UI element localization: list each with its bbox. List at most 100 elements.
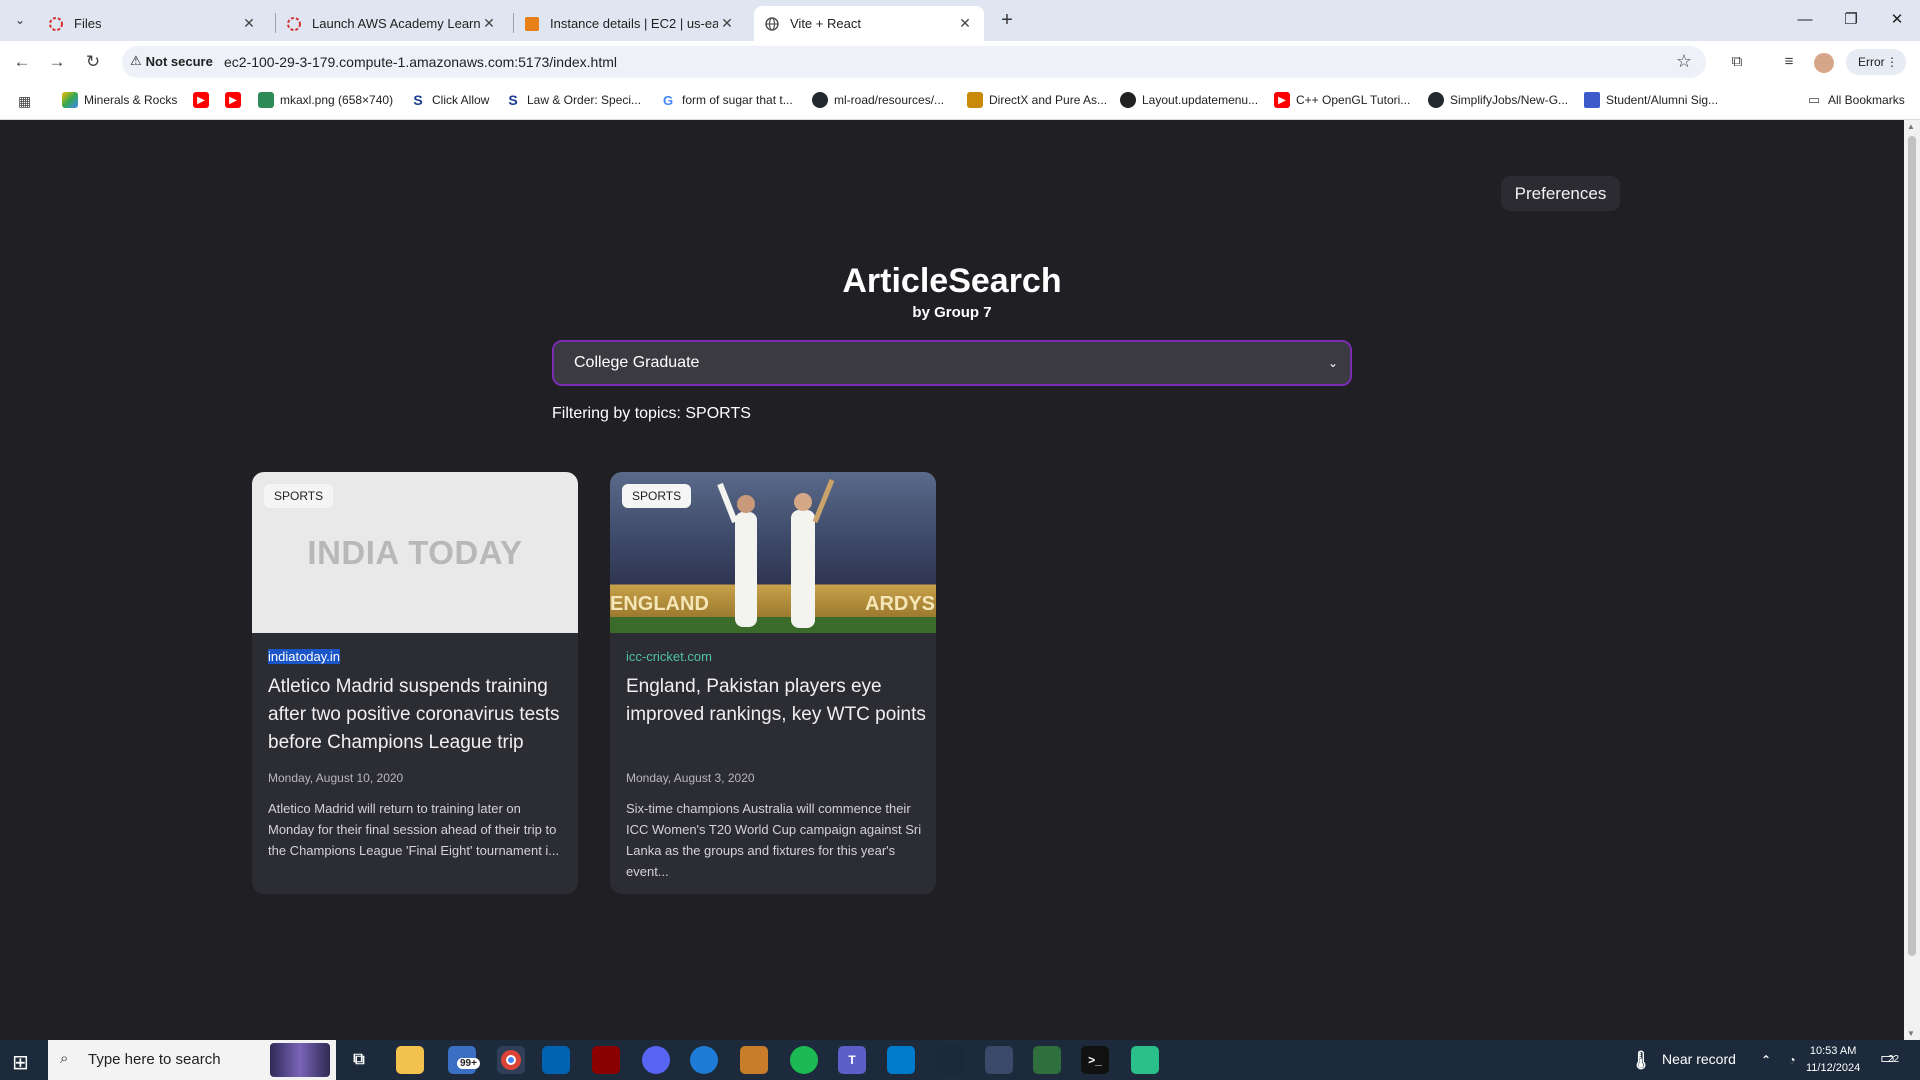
s-logo-icon: S [410, 92, 426, 108]
directx-site-icon [967, 92, 983, 108]
app-installer-icon[interactable] [1033, 1046, 1061, 1074]
bookmark-minerals-rocks[interactable]: Minerals & Rocks [62, 92, 177, 108]
network-icon[interactable]: ◔ [1778, 1046, 1806, 1074]
package-app-icon[interactable] [740, 1046, 768, 1074]
forward-arrow-icon[interactable]: → [44, 49, 70, 75]
spotify-icon[interactable] [790, 1046, 818, 1074]
terminal-icon[interactable]: >_ [1081, 1046, 1109, 1074]
article-source[interactable]: icc-cricket.com [626, 649, 712, 664]
restore-icon[interactable]: ❐ [1828, 0, 1874, 41]
chrome-icon[interactable] [497, 1046, 525, 1074]
url-text[interactable]: ec2-100-29-3-179.compute-1.amazonaws.com… [224, 54, 617, 70]
bookmark-directx[interactable]: DirectX and Pure As... [967, 92, 1107, 108]
topic-filter-label: Filtering by topics: SPORTS [552, 405, 751, 422]
steam-icon[interactable] [935, 1046, 963, 1074]
search-icon: ⌕ [60, 1050, 69, 1067]
task-view-icon[interactable]: ⧉ [345, 1046, 373, 1074]
article-card[interactable]: ENGLAND ARDYS SPORTS icc-cricket.com Eng… [610, 472, 936, 894]
page-scrollbar[interactable]: ▲ ▼ [1904, 120, 1920, 1040]
weather-text[interactable]: Near record [1662, 1051, 1736, 1067]
tab-search-button[interactable]: ⌄ [8, 8, 32, 32]
browser-toolbar: ← → ↻ ⚠ Not secure ec2-100-29-3-179.comp… [0, 41, 1920, 83]
globe-icon [764, 16, 780, 32]
article-title[interactable]: Atletico Madrid suspends training after … [268, 673, 568, 757]
all-bookmarks-button[interactable]: ▭ All Bookmarks [1806, 92, 1905, 108]
media-queue-icon[interactable]: ≡ [1778, 51, 1800, 73]
tab-ec2-instance[interactable]: Instance details | EC2 | us-east- ✕ [514, 6, 746, 41]
app-subtitle: by Group 7 [912, 304, 992, 321]
thermometer-icon[interactable]: 🌡 [1627, 1046, 1655, 1074]
tab-files[interactable]: Files ✕ [38, 6, 268, 41]
article-date: Monday, August 3, 2020 [626, 771, 755, 785]
scroll-down-icon[interactable]: ▼ [1907, 1029, 1915, 1038]
network-tool-icon[interactable] [985, 1046, 1013, 1074]
minimize-icon[interactable]: — [1782, 0, 1828, 41]
bookmark-layout-updatemenu[interactable]: Layout.updatemenu... [1120, 92, 1258, 108]
scroll-thumb[interactable] [1908, 136, 1916, 956]
google-g-icon: G [660, 92, 676, 108]
bookmark-student-alumni[interactable]: Student/Alumni Sig... [1584, 92, 1718, 108]
bookmark-youtube-2[interactable]: ▶ [225, 92, 247, 108]
back-arrow-icon[interactable]: ← [9, 49, 35, 75]
bookmark-star-icon[interactable]: ☆ [1676, 51, 1692, 72]
scroll-up-icon[interactable]: ▲ [1907, 122, 1915, 131]
bookmark-simplifyjobs[interactable]: SimplifyJobs/New-G... [1428, 92, 1568, 108]
article-source[interactable]: indiatoday.in [268, 649, 341, 664]
windows-start-icon[interactable]: ⊞ [12, 1050, 29, 1075]
page-content: Preferences ArticleSearch by Group 7 Col… [0, 120, 1904, 1040]
file-explorer-icon[interactable] [396, 1046, 424, 1074]
github-icon [1428, 92, 1444, 108]
bookmarks-bar: ▦ Minerals & Rocks ▶ ▶ mkaxl.png (658×74… [0, 83, 1920, 120]
mail-icon[interactable]: 99+ [448, 1046, 480, 1074]
preferences-button[interactable]: Preferences [1501, 176, 1620, 211]
article-card[interactable]: INDIA TODAY SPORTS indiatoday.in Atletic… [252, 472, 578, 894]
chevron-up-icon[interactable]: ⌃ [1752, 1046, 1780, 1074]
bookmark-opengl-tutorial[interactable]: ▶ C++ OpenGL Tutori... [1274, 92, 1410, 108]
notification-icon[interactable]: ▭ 22 [1880, 1048, 1899, 1068]
bookmark-click-allow[interactable]: S Click Allow [410, 92, 489, 108]
close-tab-icon[interactable]: ✕ [240, 15, 258, 32]
taskbar-search[interactable]: ⌕ Type here to search [48, 1040, 336, 1080]
article-title[interactable]: England, Pakistan players eye improved r… [626, 673, 926, 729]
taskbar-clock[interactable]: 10:53 AM 11/12/2024 [1806, 1043, 1860, 1077]
mail-count-badge: 99+ [457, 1058, 480, 1069]
s-logo-icon: S [505, 92, 521, 108]
close-tab-icon[interactable]: ✕ [718, 15, 736, 32]
close-tab-icon[interactable]: ✕ [956, 15, 974, 32]
reading-level-select[interactable]: College Graduate ⌄ [552, 340, 1352, 386]
chat-app-icon[interactable] [1131, 1046, 1159, 1074]
close-tab-icon[interactable]: ✕ [480, 15, 498, 32]
apps-grid-icon[interactable]: ▦ [18, 93, 31, 110]
warning-triangle-icon: ⚠ [130, 53, 142, 68]
reload-icon[interactable]: ↻ [80, 49, 106, 75]
article-description: Atletico Madrid will return to training … [268, 801, 560, 858]
vscode-icon[interactable] [887, 1046, 915, 1074]
aws-favicon-icon [524, 16, 540, 32]
microsoft-store-icon[interactable] [542, 1046, 570, 1074]
profile-avatar[interactable] [1814, 53, 1834, 73]
new-tab-button[interactable]: + [994, 8, 1020, 34]
bookmark-sugar-search[interactable]: G form of sugar that t... [660, 92, 793, 108]
folder-icon: ▭ [1807, 92, 1821, 107]
tab-vite-react[interactable]: Vite + React ✕ [754, 6, 984, 41]
security-indicator[interactable]: ⚠ Not secure [130, 53, 213, 69]
app-title: ArticleSearch [842, 262, 1062, 300]
tab-strip: ⌄ Files ✕ Launch AWS Academy Learner ✕ I… [0, 0, 1920, 41]
bookmark-mkaxl-png[interactable]: mkaxl.png (658×740) [258, 92, 393, 108]
svg-text:ENGLAND: ENGLAND [610, 593, 709, 615]
bookmark-law-order[interactable]: S Law & Order: Speci... [505, 92, 641, 108]
aws-academy-favicon-icon [286, 16, 302, 32]
game-app-icon[interactable] [592, 1046, 620, 1074]
teams-icon[interactable]: T [838, 1046, 866, 1074]
address-bar[interactable]: ⚠ Not secure ec2-100-29-3-179.compute-1.… [122, 46, 1706, 78]
bookmark-youtube-1[interactable]: ▶ [193, 92, 215, 108]
tab-aws-academy[interactable]: Launch AWS Academy Learner ✕ [276, 6, 508, 41]
error-menu-button[interactable]: Error ⋮ [1846, 49, 1906, 75]
windows-taskbar: ⊞ ⌕ Type here to search ⧉ 99+ T >_ 🌡 Nea… [0, 1040, 1920, 1080]
search-highlight-art [270, 1043, 330, 1077]
extensions-puzzle-icon[interactable]: ⧉ [1726, 51, 1748, 73]
photos-app-icon[interactable] [690, 1046, 718, 1074]
close-window-icon[interactable]: ✕ [1874, 0, 1920, 41]
discord-icon[interactable] [642, 1046, 670, 1074]
bookmark-ml-road[interactable]: ml-road/resources/... [812, 92, 944, 108]
